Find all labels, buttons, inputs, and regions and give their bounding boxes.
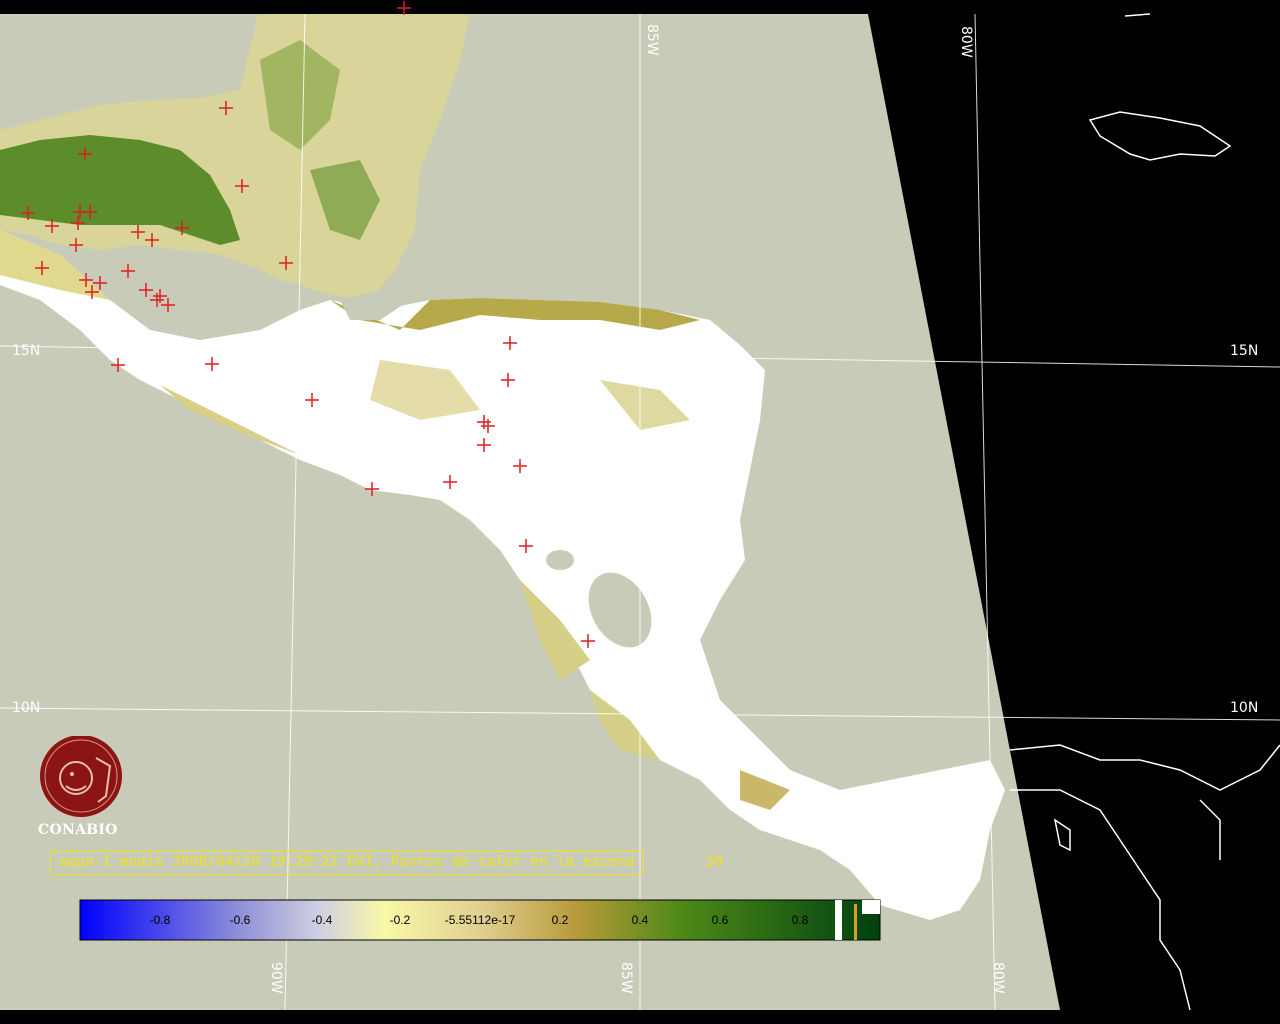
lat-10n-right-label: 10N (1230, 700, 1258, 716)
colorbar-white-end (862, 900, 880, 914)
colorbar-tick-label: 0.4 (632, 913, 649, 927)
colorbar-tick-label: 0.2 (552, 913, 569, 927)
hotspot-count: 50 (706, 854, 723, 870)
caption-text: aqua-1 modis 2008/04/20 19:29:22 EVI, Pu… (59, 854, 636, 870)
colorbar-tick-label: -5.55112e-17 (445, 913, 516, 927)
lon-80w-top-label: 80W (958, 26, 974, 58)
colorbar-white-marker (835, 900, 842, 940)
colorbar-tick-label: 0.6 (712, 913, 729, 927)
lon-85w-bottom-label: 85W (618, 962, 634, 994)
conabio-logo-text: CONABIO (38, 822, 118, 838)
colorbar-tick-label: -0.2 (390, 913, 411, 927)
colorbar-tick-label: 0.8 (792, 913, 809, 927)
colorbar-red-marker (854, 904, 857, 940)
colorbar-tick-label: -0.4 (312, 913, 333, 927)
scene-caption: aqua-1 modis 2008/04/20 19:29:22 EVI, Pu… (50, 851, 645, 875)
colorbar-tick-label: -0.6 (230, 913, 251, 927)
lon-90w-bottom-label: 90W (268, 962, 284, 994)
colorbar-tick-label: -0.8 (150, 913, 171, 927)
lat-10n-left-label: 10N (12, 700, 40, 716)
lat-15n-right-label: 15N (1230, 343, 1258, 359)
lon-85w-top-label: 85W (644, 24, 660, 56)
lon-80w-bottom-label: 80W (990, 962, 1006, 994)
lat-15n-left-label: 15N (12, 343, 40, 359)
